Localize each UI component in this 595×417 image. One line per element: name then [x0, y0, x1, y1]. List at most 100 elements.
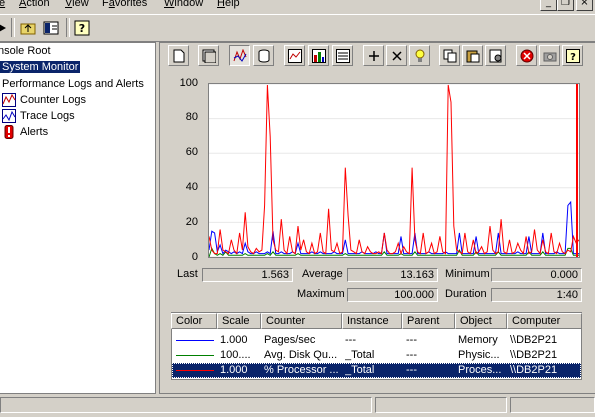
counter-cell: Pages/sec — [264, 334, 316, 346]
counter-cell: % Processor ... — [264, 364, 339, 376]
tree-performance-logs[interactable]: Performance Logs and Alerts — [0, 77, 144, 91]
minimize-icon[interactable]: _ — [540, 0, 557, 11]
svg-text:?: ? — [570, 52, 576, 63]
freeze-display-icon[interactable] — [516, 45, 537, 66]
series-color-swatch — [176, 355, 214, 356]
y-tick-label: 20 — [185, 216, 198, 228]
delete-counter-icon[interactable] — [386, 45, 407, 66]
parent-cell: --- — [406, 364, 417, 376]
menu-action[interactable]: Action — [19, 0, 50, 9]
svg-text:?: ? — [79, 22, 85, 35]
status-panel — [375, 397, 507, 413]
console-tree: nsole Root System Monitor Performance Lo… — [0, 42, 156, 394]
tree-alerts-label: Alerts — [20, 126, 49, 138]
object-cell: Memory — [458, 334, 498, 346]
monitor-help-icon[interactable]: ? — [562, 45, 583, 66]
tree-alerts[interactable]: Alerts — [2, 125, 48, 139]
minimum-label: Minimum — [445, 268, 490, 280]
last-value: 1.563 — [202, 268, 293, 282]
view-histogram-icon[interactable] — [308, 45, 329, 66]
menu-favorites[interactable]: Favorites — [102, 0, 147, 9]
object-cell: Physic... — [458, 349, 500, 361]
series-color-swatch — [176, 340, 214, 341]
restore-icon[interactable]: ❐ — [557, 0, 574, 11]
highlight-icon[interactable] — [409, 45, 430, 66]
menu-bar: e Action View Favorites Window Help _ ❐ … — [0, 0, 595, 14]
computer-cell: \\DB2P21 — [510, 334, 558, 346]
tree-trace-logs[interactable]: Trace Logs — [2, 109, 75, 123]
scale-cell: 100.... — [220, 349, 251, 361]
counter-logs-icon — [2, 93, 16, 107]
average-label: Average — [302, 268, 343, 280]
counter-cell: Avg. Disk Qu... — [264, 349, 338, 361]
help-icon[interactable]: ? — [71, 17, 93, 38]
instance-cell: --- — [345, 334, 356, 346]
counter-row-disk-queue[interactable]: 100.... Avg. Disk Qu... _Total --- Physi… — [172, 348, 581, 363]
tree-console-root-label: nsole Root — [0, 45, 51, 57]
column-header-color[interactable]: Color — [171, 313, 217, 329]
system-monitor-toolbar: ? — [165, 44, 595, 68]
add-counter-icon[interactable] — [363, 45, 384, 66]
computer-cell: \\DB2P21 — [510, 364, 558, 376]
tree-trace-logs-label: Trace Logs — [20, 110, 75, 122]
parent-cell: --- — [406, 349, 417, 361]
column-header-object[interactable]: Object — [455, 313, 507, 329]
status-bar — [0, 395, 595, 417]
scale-cell: 1.000 — [220, 364, 248, 376]
up-folder-icon[interactable] — [17, 17, 39, 38]
toolbar-separator — [11, 18, 15, 37]
menu-window[interactable]: Window — [164, 0, 203, 9]
instance-cell: _Total — [345, 349, 375, 361]
menu-view[interactable]: View — [65, 0, 89, 9]
y-tick-label: 0 — [191, 251, 198, 263]
maximum-value: 100.000 — [347, 288, 438, 302]
counter-row-pages-sec[interactable]: 1.000 Pages/sec --- --- Memory \\DB2P21 — [172, 333, 581, 348]
view-report-icon[interactable] — [332, 45, 353, 66]
object-cell: Proces... — [458, 364, 502, 376]
alerts-icon — [2, 125, 16, 139]
minimum-value: 0.000 — [491, 268, 582, 282]
view-log-data-icon[interactable] — [253, 45, 274, 66]
y-tick-label: 80 — [185, 111, 198, 123]
instance-cell: _Total — [345, 364, 375, 376]
view-graph-icon[interactable] — [284, 45, 305, 66]
view-current-activity-icon[interactable] — [229, 45, 250, 66]
menu-help[interactable]: Help — [217, 0, 240, 9]
properties-icon[interactable] — [485, 45, 506, 66]
parent-cell: --- — [406, 334, 417, 346]
clear-display-icon[interactable] — [198, 45, 219, 66]
show-hide-tree-icon[interactable] — [40, 17, 62, 38]
series-line-processor-time — [209, 84, 579, 256]
trace-logs-icon — [2, 109, 16, 123]
copy-properties-icon[interactable] — [439, 45, 460, 66]
column-header-counter[interactable]: Counter — [261, 313, 342, 329]
tree-performance-logs-label: Performance Logs and Alerts — [2, 78, 144, 90]
menu-file[interactable]: e — [0, 0, 5, 9]
column-header-parent[interactable]: Parent — [402, 313, 455, 329]
column-header-scale[interactable]: Scale — [217, 313, 261, 329]
scale-cell: 1.000 — [220, 334, 248, 346]
tree-counter-logs-label: Counter Logs — [20, 94, 87, 106]
main-toolbar: ? — [0, 14, 595, 42]
close-icon[interactable]: × — [576, 0, 593, 11]
status-panel — [510, 397, 595, 413]
paste-counter-list-icon[interactable] — [462, 45, 483, 66]
tree-counter-logs[interactable]: Counter Logs — [2, 93, 86, 107]
last-label: Last — [177, 268, 198, 280]
computer-cell: \\DB2P21 — [510, 349, 558, 361]
tree-system-monitor[interactable]: System Monitor — [0, 61, 81, 73]
counter-row-processor-time[interactable]: 1.000 % Processor ... _Total --- Proces.… — [172, 363, 581, 378]
graph-plot — [209, 84, 579, 257]
y-tick-label: 60 — [185, 146, 198, 158]
column-header-instance[interactable]: Instance — [342, 313, 402, 329]
performance-graph — [208, 83, 580, 258]
toolbar-separator — [66, 18, 70, 37]
duration-value: 1:40 — [491, 288, 582, 302]
series-color-swatch — [176, 370, 214, 371]
maximum-label: Maximum — [297, 288, 345, 300]
column-header-computer[interactable]: Computer — [507, 313, 582, 329]
update-data-icon[interactable] — [539, 45, 560, 66]
tree-console-root[interactable]: nsole Root — [0, 45, 51, 57]
y-tick-label: 100 — [179, 77, 198, 89]
new-counter-set-icon[interactable] — [168, 45, 189, 66]
